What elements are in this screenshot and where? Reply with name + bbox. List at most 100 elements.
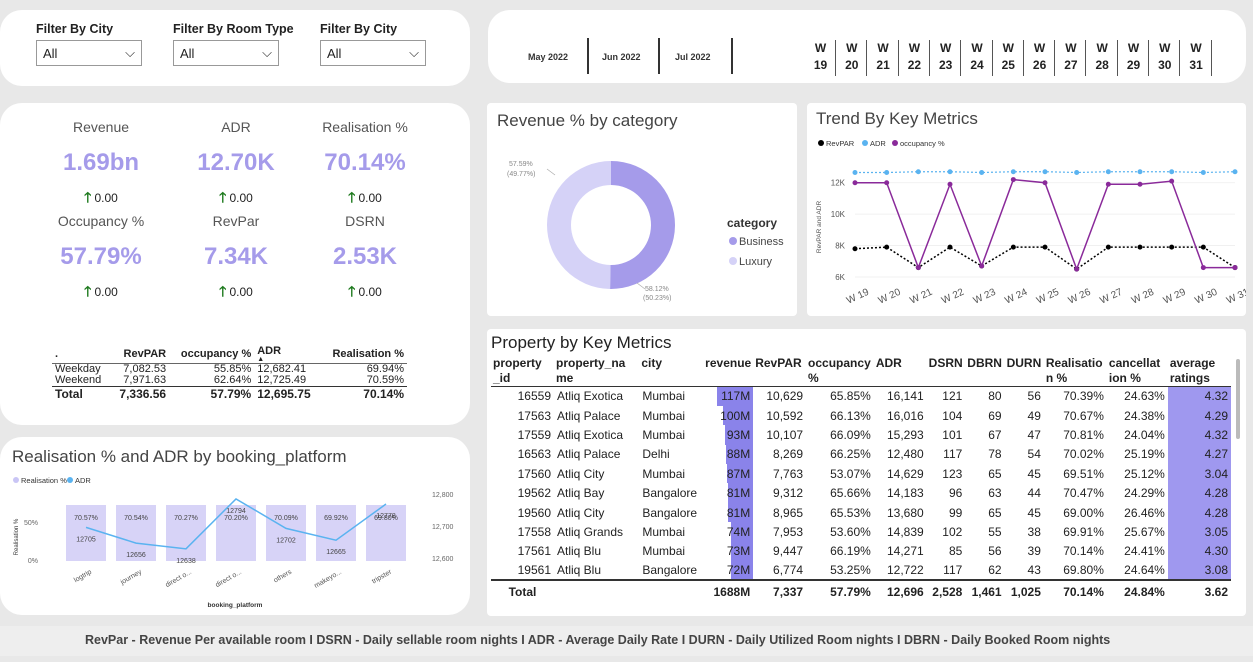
col-header[interactable]: occupancy %: [806, 356, 874, 387]
revenue-value: 100M: [720, 408, 751, 423]
week-prefix: W: [814, 41, 827, 55]
divider: [658, 38, 660, 74]
kpi-delta-value: 0.00: [358, 285, 382, 299]
table-row[interactable]: 16563 Atliq Palace Delhi 88M 8,269 66.25% 12,4…: [491, 444, 1231, 465]
col-header[interactable]: Realisation %: [320, 345, 407, 363]
month-jul[interactable]: Jul 2022: [675, 52, 711, 62]
col-header[interactable]: DSRN: [927, 356, 966, 387]
data-point: [947, 181, 953, 187]
data-point: [884, 170, 890, 175]
week-number: 22: [907, 58, 922, 72]
legend-label: ADR: [75, 476, 91, 485]
week-22[interactable]: W 22: [900, 40, 930, 76]
kpi-occupancy: Occupancy % 57.79% 🡑 0.00: [46, 213, 156, 305]
table-row[interactable]: 17560 Atliq City Mumbai 87M 7,763 53.07% 14,62…: [491, 464, 1231, 484]
table-row[interactable]: 19562 Atliq Bay Bangalore 81M 9,312 65.66% 14,…: [491, 483, 1231, 503]
data-point: [1169, 169, 1175, 175]
col-header[interactable]: property _id: [491, 356, 554, 387]
room-type-dropdown[interactable]: All ⌵: [173, 40, 279, 66]
table-cell: 24.29%: [1124, 486, 1165, 501]
table-row[interactable]: 17561 Atliq Blu Mumbai 73M 9,447 66.19% 14,271…: [491, 541, 1231, 562]
week-21[interactable]: W 21: [869, 40, 899, 76]
col-header[interactable]: RevPAR: [110, 345, 169, 363]
x-tick-label: W 27: [1098, 287, 1124, 307]
table-cell: 24.64%: [1124, 563, 1165, 578]
table-cell: 15,293: [886, 427, 924, 442]
week-20[interactable]: W 20: [837, 40, 868, 76]
arrow-up-icon: 🡑: [348, 189, 356, 205]
kpi-title: ADR: [221, 119, 251, 135]
col-header[interactable]: DBRN: [965, 356, 1004, 387]
table-row[interactable]: Weekend 7,971.63 62.64% 12,725.49 70.59%: [52, 374, 407, 387]
legend-label: Luxury: [739, 256, 773, 268]
revenue-donut-chart: 57.59% (49.77%) 58.12% (50.23%) category Busi…: [507, 161, 784, 302]
table-cell: 57.79%: [210, 386, 252, 401]
col-header[interactable]: revenue: [702, 356, 753, 387]
week-25[interactable]: W 25: [994, 40, 1024, 76]
col-header[interactable]: ADR ▲: [254, 345, 320, 363]
table-row[interactable]: 16559 Atliq Exotica Mumbai 117M 10,629 65.85%…: [491, 386, 1231, 406]
chart-title: Trend By Key Metrics: [816, 109, 978, 128]
week-31[interactable]: W 31: [1182, 40, 1212, 76]
table-title: Property by Key Metrics: [491, 333, 672, 352]
table-cell: 4.30: [1167, 541, 1231, 562]
table-cell: 54: [1027, 447, 1041, 462]
table-row[interactable]: 19561 Atliq Blu Bangalore 72M 6,774 53.25% 12,…: [491, 561, 1231, 581]
month-may[interactable]: May 2022: [528, 52, 568, 62]
col-header[interactable]: city: [639, 356, 702, 387]
kpi-title: Revenue: [72, 119, 130, 135]
table-cell: Mumbai: [642, 427, 686, 442]
table-row[interactable]: Total 7,336.56 57.79% 12,695.75 70.14%: [52, 386, 407, 402]
adr-label: 12794: [226, 508, 246, 515]
data-point: [1137, 244, 1143, 250]
table-cell: Total: [55, 386, 83, 401]
table-row[interactable]: 17563 Atliq Palace Mumbai 100M 10,592 66.13% 1…: [491, 405, 1231, 426]
table-cell: 70.02%: [1063, 447, 1104, 462]
table-cell: 10,107: [766, 427, 804, 442]
legend-marker: [729, 237, 737, 245]
week-number: 25: [1001, 58, 1015, 72]
table-scrollbar[interactable]: [1236, 359, 1240, 439]
leader-line: [636, 282, 646, 290]
col-header[interactable]: DURN: [1005, 356, 1044, 387]
week-28[interactable]: W 28: [1088, 40, 1118, 76]
city-dropdown[interactable]: All ⌵: [320, 40, 426, 66]
col-header[interactable]: cancellat ion %: [1107, 356, 1168, 387]
table-cell: 7,763: [773, 466, 804, 481]
col-header[interactable]: RevPAR: [753, 356, 806, 387]
week-30[interactable]: W 30: [1150, 40, 1181, 76]
table-row[interactable]: 17559 Atliq Exotica Mumbai 93M 10,107 66.09% 1…: [491, 425, 1231, 445]
city-dropdown[interactable]: All ⌵: [36, 40, 142, 66]
week-27[interactable]: W 27: [1056, 40, 1087, 76]
table-row[interactable]: Weekday 7,082.53 55.85% 12,682.41 69.94%: [52, 363, 407, 375]
col-header[interactable]: ADR: [874, 356, 927, 387]
realisation-bar: [266, 505, 306, 561]
week-29[interactable]: W 29: [1119, 40, 1149, 76]
footer-glossary: RevPar - Revenue Per available room I DS…: [85, 633, 1111, 647]
week-26[interactable]: W 26: [1025, 40, 1056, 76]
x-tick-label: W 21: [908, 287, 934, 307]
week-24[interactable]: W 24: [963, 40, 993, 76]
filter-city-label: Filter By City: [36, 22, 114, 36]
table-cell: 4.28: [1167, 502, 1231, 523]
table-cell: 4.27: [1167, 444, 1231, 465]
table-cell: 8,965: [773, 505, 804, 520]
col-header[interactable]: average ratings: [1168, 356, 1231, 387]
table-cell: 12,480: [886, 447, 924, 462]
kpi-value: 2.53K: [332, 243, 398, 270]
week-23[interactable]: W 23: [931, 40, 962, 76]
col-header[interactable]: Realisatio n %: [1044, 356, 1107, 387]
x-tick-label: logtrip: [73, 569, 93, 585]
table-cell: 3.04: [1167, 464, 1231, 484]
col-header[interactable]: occupancy %: [169, 345, 254, 363]
table-cell: 4.32: [1167, 386, 1231, 406]
month-jun[interactable]: Jun 2022: [602, 52, 641, 62]
x-tick-label: W 29: [1162, 287, 1188, 307]
week-19[interactable]: W 19: [806, 40, 836, 76]
data-point: [979, 170, 985, 175]
table-row[interactable]: 17558 Atliq Grands Mumbai 74M 7,953 53.60% 14,…: [491, 522, 1231, 542]
table-cell: 66.25%: [830, 447, 871, 462]
col-header[interactable]: property_na me: [554, 356, 639, 387]
table-row[interactable]: 19560 Atliq City Bangalore 81M 8,965 65.53% 13…: [491, 502, 1231, 523]
kpi-delta: 🡑 0.00: [310, 187, 420, 211]
